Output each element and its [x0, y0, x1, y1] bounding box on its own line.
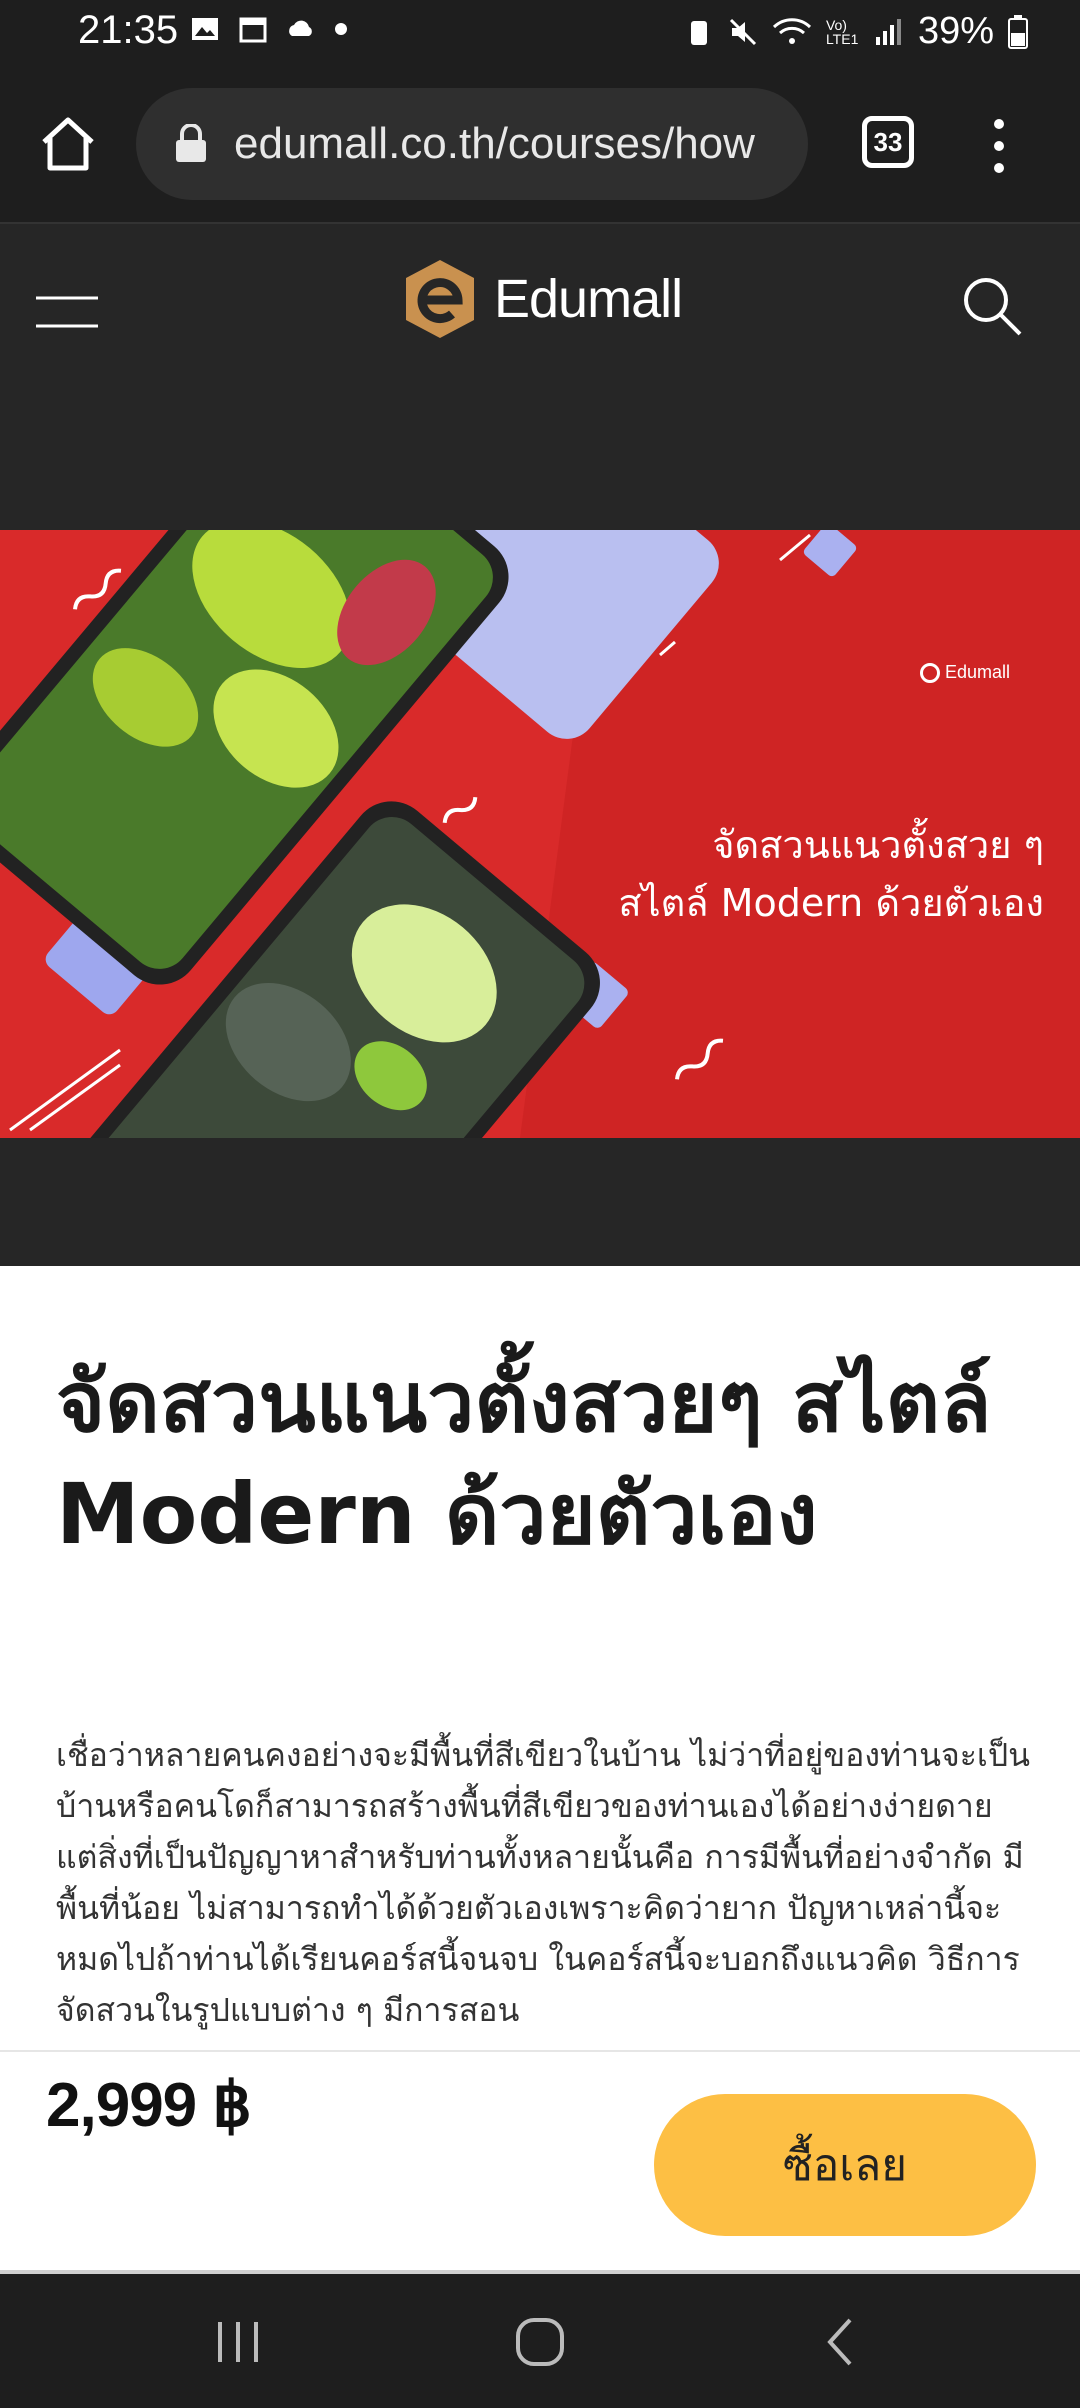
battery-percent: 39%	[917, 10, 994, 52]
course-content: จัดสวนแนวตั้งสวยๆ สไตล์ Modern ด้วยตัวเอ…	[0, 1266, 1080, 2052]
banner-watermark-text: Edumall	[945, 662, 1011, 682]
system-navigation-bar	[0, 2274, 1080, 2408]
mute-icon	[729, 18, 756, 45]
course-price: 2,999 ฿	[46, 2071, 252, 2140]
network-label: Vo) LTE1	[825, 16, 859, 47]
search-icon[interactable]	[962, 276, 1024, 338]
banner-watermark: Edumall	[920, 662, 1011, 684]
battery-icon	[1008, 14, 1028, 49]
signal-icon	[875, 18, 901, 45]
browser-toolbar: edumall.co.th/courses/how 33	[0, 70, 1080, 224]
edumall-logo-icon	[406, 260, 474, 338]
banner-logo-mark	[920, 663, 940, 684]
tabs-button[interactable]: 33	[862, 116, 914, 168]
logo-text: Edumall	[494, 269, 683, 329]
status-notification-icons	[190, 14, 348, 44]
status-bar: 21:35 Vo) LTE1 39%	[0, 0, 1080, 70]
dot-icon	[335, 23, 347, 35]
banner-line-1: จัดสวนแนวตั้งสวย ๆ	[712, 823, 1044, 867]
status-time: 21:35	[78, 8, 179, 52]
image-icon	[192, 18, 218, 40]
course-title: จัดสวนแนวตั้งสวยๆ สไตล์ Modern ด้วยตัวเอ…	[56, 1353, 992, 1563]
status-system-icons: Vo) LTE1 39%	[684, 10, 1028, 53]
address-bar[interactable]: edumall.co.th/courses/how	[136, 88, 808, 200]
purchase-bar: 2,999 ฿ ซื้อเลย	[0, 2050, 1080, 2276]
site-header: Edumall	[0, 224, 1080, 402]
home-nav-icon[interactable]	[508, 2310, 572, 2374]
course-description: เชื่อว่าหลายคนคงอย่างจะมีพื้นที่สีเขียวใ…	[56, 1736, 1030, 2029]
wifi-icon	[772, 17, 811, 44]
back-icon[interactable]	[810, 2310, 874, 2374]
more-vert-icon[interactable]	[984, 114, 1014, 178]
buy-now-button[interactable]: ซื้อเลย	[654, 2094, 1036, 2236]
calendar-icon	[239, 17, 267, 43]
course-banner-image[interactable]: Edumall จัดสวนแนวตั้งสวย ๆ สไตล์ Modern …	[0, 530, 1080, 1138]
banner-line-2: สไตล์ Modern ด้วยตัวเอง	[618, 881, 1044, 925]
hamburger-icon[interactable]	[36, 292, 98, 332]
cloud-icon	[289, 20, 312, 36]
home-icon[interactable]	[36, 112, 100, 176]
recents-icon[interactable]	[206, 2310, 270, 2374]
url-text: edumall.co.th/courses/how	[234, 119, 755, 168]
lock-icon	[176, 124, 206, 162]
banner-title: จัดสวนแนวตั้งสวย ๆ สไตล์ Modern ด้วยตัวเ…	[618, 816, 1044, 932]
site-logo[interactable]: Edumall	[402, 256, 683, 342]
battery-saver-icon	[690, 20, 707, 45]
